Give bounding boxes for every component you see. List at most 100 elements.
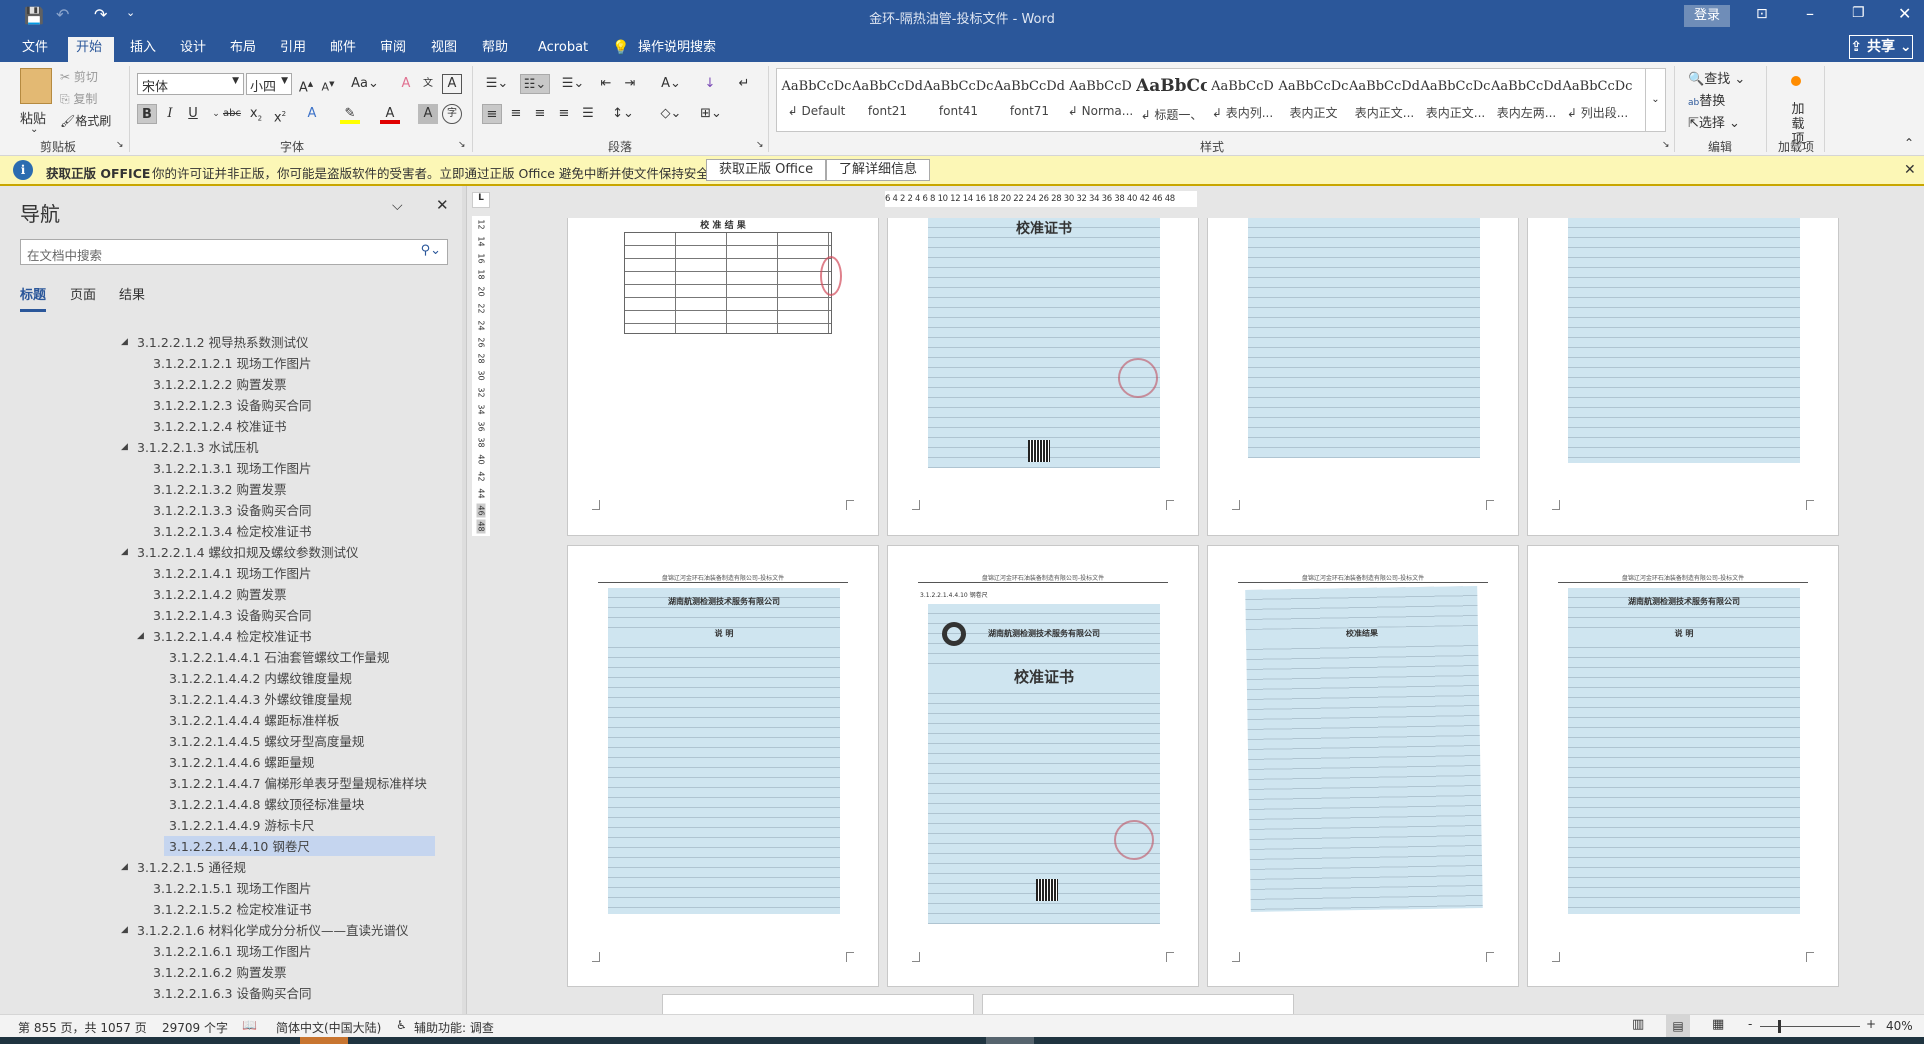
collapse-triangle-icon[interactable]: ◢	[121, 547, 128, 557]
nav-heading-item[interactable]: 3.1.2.2.1.4.4.8 螺纹顶径标准量块	[169, 794, 364, 815]
nav-heading-item[interactable]: 3.1.2.2.1.2 视导热系数测试仪	[137, 332, 309, 353]
style-item[interactable]: AaBbCcDc font41	[923, 69, 994, 131]
zoom-slider-thumb[interactable]	[1778, 1020, 1781, 1033]
language-status[interactable]: 简体中文(中国大陆)	[276, 1019, 381, 1036]
nav-heading-item[interactable]: 3.1.2.2.1.2.2 购置发票	[153, 374, 286, 395]
copy-button[interactable]: ⎘ 复制	[60, 90, 97, 107]
styles-more-icon[interactable]: ⌄	[1645, 68, 1665, 132]
distributed-button[interactable]: ☰	[578, 104, 598, 124]
paragraph-launcher-icon[interactable]: ↘	[756, 140, 764, 150]
font-size-select[interactable]: 小四 ▼	[246, 73, 292, 95]
borders-icon[interactable]: ⊞⌄	[696, 104, 726, 124]
collapse-triangle-icon[interactable]: ◢	[121, 925, 128, 935]
tab-selector[interactable]: L	[472, 192, 490, 208]
login-button[interactable]: 登录	[1684, 5, 1730, 27]
strikethrough-button[interactable]: abc	[222, 104, 242, 124]
tab-layout[interactable]: 布局	[222, 37, 264, 62]
style-item[interactable]: AaBbCcDc ↲ Default	[781, 69, 852, 131]
nav-scrollbar[interactable]	[462, 186, 466, 1014]
bold-button[interactable]: B	[137, 104, 157, 124]
highlight-color-icon[interactable]: ✎	[340, 104, 360, 124]
zoom-level[interactable]: 40%	[1886, 1019, 1913, 1033]
nav-heading-item[interactable]: 3.1.2.2.1.5.1 现场工作图片	[153, 878, 311, 899]
undo-icon[interactable]: ↶	[56, 5, 69, 24]
restore-icon[interactable]: ❐	[1852, 5, 1865, 21]
paste-icon[interactable]	[20, 68, 52, 104]
document-page[interactable]: 盘锦辽河金环石油装备制造有限公司-投标文件 湖南航测检测技术服务有限公司说 明	[1527, 545, 1839, 987]
bullets-icon[interactable]: ☰⌄	[482, 74, 512, 94]
collapse-triangle-icon[interactable]: ◢	[121, 442, 128, 452]
document-page[interactable]: 校准证书	[887, 218, 1199, 536]
text-effects-icon[interactable]: A	[302, 104, 322, 124]
ribbon-display-options-icon[interactable]: ⊡	[1756, 6, 1768, 22]
nav-heading-item[interactable]: 3.1.2.2.1.4.4.4 螺距标准样板	[169, 710, 339, 731]
accessibility-status[interactable]: 辅助功能: 调查	[414, 1019, 494, 1036]
find-button[interactable]: 🔍查找 ⌄	[1688, 68, 1745, 87]
nav-heading-item[interactable]: 3.1.2.2.1.2.3 设备购买合同	[153, 395, 311, 416]
nav-heading-item[interactable]: 3.1.2.2.1.4.4.6 螺距量规	[169, 752, 314, 773]
phonetic-guide-icon[interactable]: 文	[418, 74, 438, 94]
nav-tab-headings[interactable]: 标题	[20, 284, 47, 312]
proofing-icon[interactable]: 📖	[242, 1018, 257, 1032]
tab-review[interactable]: 审阅	[372, 37, 414, 62]
style-item[interactable]: AaBbCcDdI 表内正文...	[1349, 69, 1420, 131]
subscript-button[interactable]: x2	[246, 104, 266, 124]
document-scrollbar[interactable]	[1912, 186, 1924, 1014]
replace-button[interactable]: ab替换	[1688, 90, 1725, 109]
collapse-ribbon-icon[interactable]: ⌃	[1904, 136, 1914, 150]
italic-button[interactable]: I	[160, 104, 180, 124]
redo-icon[interactable]: ↷	[94, 5, 107, 24]
document-page[interactable]: 校 准 结 果	[567, 218, 879, 536]
nav-tab-pages[interactable]: 页面	[70, 284, 96, 303]
change-case-icon[interactable]: Aa⌄	[350, 74, 380, 94]
align-center-button[interactable]: ≡	[506, 104, 526, 124]
nav-heading-item[interactable]: 3.1.2.2.1.2.4 校准证书	[153, 416, 286, 437]
document-page[interactable]: 盘锦辽河金环石油装备制造有限公司-投标文件 校准结果	[1207, 545, 1519, 987]
decrease-indent-icon[interactable]: ⇤	[596, 74, 616, 94]
sort-icon[interactable]: ↓	[700, 74, 720, 94]
increase-indent-icon[interactable]: ⇥	[620, 74, 640, 94]
print-layout-icon[interactable]: ▤	[1666, 1015, 1690, 1037]
tab-design[interactable]: 设计	[172, 37, 214, 62]
style-item[interactable]: AaBbCcDc ↲ 列出段...	[1562, 69, 1633, 131]
nav-heading-item[interactable]: 3.1.2.2.1.6.2 购置发票	[153, 962, 286, 983]
nav-heading-item[interactable]: 3.1.2.2.1.4.4.5 螺纹牙型高度量规	[169, 731, 364, 752]
shading-icon[interactable]: ◇⌄	[656, 104, 686, 124]
cut-button[interactable]: ✂ 剪切	[60, 68, 98, 85]
clear-formatting-icon[interactable]: A	[396, 74, 416, 94]
collapse-triangle-icon[interactable]: ◢	[121, 862, 128, 872]
taskbar-app[interactable]	[300, 1037, 348, 1044]
tab-references[interactable]: 引用	[272, 37, 314, 62]
tab-insert[interactable]: 插入	[122, 37, 164, 62]
select-button[interactable]: ⇱选择 ⌄	[1688, 112, 1740, 131]
character-border-icon[interactable]: A	[442, 74, 462, 94]
align-left-button[interactable]: ≡	[482, 104, 502, 124]
document-page[interactable]	[982, 994, 1294, 1014]
nav-heading-item[interactable]: 3.1.2.2.1.2.1 现场工作图片	[153, 353, 311, 374]
nav-heading-item[interactable]: 3.1.2.2.1.4.4.7 偏梯形单表牙型量规标准样块	[169, 773, 427, 794]
nav-heading-item[interactable]: 3.1.2.2.1.3.4 检定校准证书	[153, 521, 311, 542]
nav-heading-item[interactable]: 3.1.2.2.1.4.4.10 钢卷尺	[169, 836, 310, 857]
nav-heading-item[interactable]: 3.1.2.2.1.4.4.3 外螺纹锥度量规	[169, 689, 352, 710]
style-item[interactable]: AaBbCcDdE font21	[852, 69, 923, 131]
tab-help[interactable]: 帮助	[474, 37, 516, 62]
style-item[interactable]: AaBbCcDc 表内正文	[1278, 69, 1349, 131]
font-color-icon[interactable]: A	[380, 104, 400, 124]
word-count[interactable]: 29709 个字	[162, 1019, 228, 1036]
styles-launcher-icon[interactable]: ↘	[1662, 140, 1670, 150]
page-count[interactable]: 第 855 页，共 1057 页	[18, 1019, 147, 1036]
underline-button[interactable]: U	[183, 104, 203, 124]
web-layout-icon[interactable]: ▦	[1712, 1017, 1724, 1032]
learn-more-button[interactable]: 了解详细信息	[826, 159, 931, 181]
nav-heading-item[interactable]: 3.1.2.2.1.3.2 购置发票	[153, 479, 286, 500]
document-page[interactable]	[662, 994, 974, 1014]
style-item[interactable]: AaBbCcDdEe font71	[994, 69, 1065, 131]
font-name-select[interactable]: 宋体 ▼	[137, 73, 244, 95]
tab-home[interactable]: 开始	[68, 37, 114, 62]
nav-heading-item[interactable]: 3.1.2.2.1.6 材料化学成分分析仪——直读光谱仪	[137, 920, 409, 941]
document-page[interactable]	[1527, 218, 1839, 536]
tab-file[interactable]: 文件	[14, 37, 56, 62]
nav-heading-item[interactable]: 3.1.2.2.1.4.4.1 石油套管螺纹工作量规	[169, 647, 389, 668]
font-launcher-icon[interactable]: ↘	[458, 140, 466, 150]
shrink-font-icon[interactable]: A▼	[318, 74, 338, 94]
